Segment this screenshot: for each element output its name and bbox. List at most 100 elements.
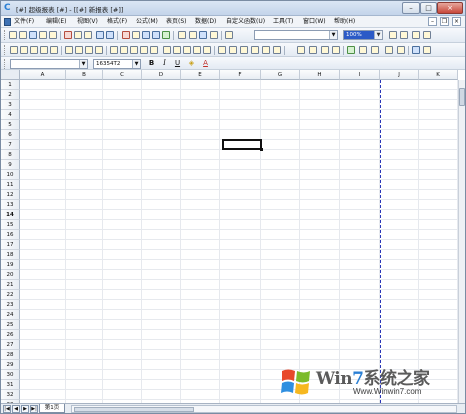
grid-icon[interactable] (122, 31, 130, 39)
maximize-button[interactable]: □ (420, 2, 437, 14)
cut-icon[interactable] (64, 31, 72, 39)
menu-tools[interactable]: 工具(T) (273, 18, 293, 26)
print-preview-icon[interactable] (49, 31, 57, 39)
row-header-30[interactable]: 30 (1, 370, 20, 380)
row-header-21[interactable]: 21 (1, 280, 20, 290)
delete-column-icon[interactable] (40, 46, 48, 54)
toolbar-grip[interactable] (4, 45, 6, 55)
row-header-16[interactable]: 16 (1, 230, 20, 240)
spreadsheet-grid[interactable]: ABCDEFGHIJK 1 2 3 4 5 6 7 8 9 10 11 12 13 14 15 16 17 18 1… (1, 70, 465, 403)
column-header-b[interactable]: B (66, 70, 103, 80)
horizontal-scrollbar[interactable] (71, 405, 457, 413)
chevron-down-icon[interactable]: ▼ (132, 60, 140, 68)
pie-chart-icon[interactable] (273, 46, 281, 54)
prev-sheet-button[interactable]: ◀ (12, 405, 20, 413)
align-right-icon[interactable] (130, 46, 138, 54)
arrow-icon[interactable] (309, 46, 317, 54)
binoculars-icon[interactable] (225, 31, 233, 39)
fill-handle[interactable] (260, 148, 263, 151)
row-header-23[interactable]: 23 (1, 300, 20, 310)
redo-icon[interactable] (106, 31, 114, 39)
zoom-select[interactable]: 100% ▼ (343, 30, 383, 40)
row-header-12[interactable]: 12 (1, 190, 20, 200)
row-header-18[interactable]: 18 (1, 250, 20, 260)
function-icon[interactable] (178, 31, 186, 39)
row-header-22[interactable]: 22 (1, 290, 20, 300)
mdi-minimize-button[interactable]: – (428, 17, 437, 26)
font-color-button[interactable]: A (201, 59, 210, 68)
sheet-list-icon[interactable] (400, 31, 408, 39)
font-name-select[interactable]: ▼ (10, 59, 88, 69)
row-header-9[interactable]: 9 (1, 160, 20, 170)
grid-settings-icon[interactable] (423, 46, 431, 54)
row-header-29[interactable]: 29 (1, 360, 20, 370)
subtotal-icon[interactable] (229, 46, 237, 54)
next-sheet-button[interactable]: ▶ (21, 405, 29, 413)
align-top-icon[interactable] (140, 46, 148, 54)
text-box-icon[interactable] (385, 46, 393, 54)
horizontal-scroll-thumb[interactable] (74, 407, 194, 412)
sort-icon[interactable] (321, 46, 329, 54)
menu-custom-function[interactable]: 自定义函数(U) (226, 18, 265, 26)
row-header-5[interactable]: 5 (1, 120, 20, 130)
mdi-restore-button[interactable]: ❐ (440, 17, 449, 26)
border-icon[interactable] (75, 46, 83, 54)
column-header-c[interactable]: C (103, 70, 142, 80)
row-header-28[interactable]: 28 (1, 350, 20, 360)
row-header-14[interactable]: 14 (1, 210, 20, 220)
save-icon[interactable] (29, 31, 37, 39)
column-header-h[interactable]: H (300, 70, 340, 80)
open-folder-icon[interactable] (19, 31, 27, 39)
row-header-27[interactable]: 27 (1, 340, 20, 350)
align-left-icon[interactable] (110, 46, 118, 54)
row-header-2[interactable]: 2 (1, 90, 20, 100)
row-header-3[interactable]: 3 (1, 100, 20, 110)
row-header-11[interactable]: 11 (1, 180, 20, 190)
row-height-icon[interactable] (95, 46, 103, 54)
last-sheet-button[interactable]: ▶| (30, 405, 38, 413)
column-header-g[interactable]: G (261, 70, 300, 80)
row-header-4[interactable]: 4 (1, 110, 20, 120)
lock-icon[interactable] (297, 46, 305, 54)
chevron-down-icon[interactable]: ▼ (79, 60, 87, 68)
column-header-d[interactable]: D (142, 70, 181, 80)
line-chart-icon[interactable] (262, 46, 270, 54)
first-sheet-button[interactable]: |◀ (3, 405, 11, 413)
split-icon[interactable] (65, 46, 73, 54)
minimize-button[interactable]: – (402, 2, 420, 14)
row-header-31[interactable]: 31 (1, 380, 20, 390)
row-header-19[interactable]: 19 (1, 260, 20, 270)
indent-icon[interactable] (173, 46, 181, 54)
fill-color-icon[interactable]: ◈ (187, 59, 196, 68)
row-header-8[interactable]: 8 (1, 150, 20, 160)
shape-icon[interactable] (359, 46, 367, 54)
bold-button[interactable]: B (147, 59, 156, 68)
print-icon[interactable] (39, 31, 47, 39)
copy-icon[interactable] (74, 31, 82, 39)
image-icon[interactable] (347, 46, 355, 54)
menu-view[interactable]: 视图(V) (77, 18, 98, 26)
merge-cells-icon[interactable] (50, 46, 58, 54)
row-header-17[interactable]: 17 (1, 240, 20, 250)
report-icon[interactable] (423, 31, 431, 39)
sum-icon[interactable] (218, 46, 226, 54)
calculator-icon[interactable] (199, 31, 207, 39)
menu-sheet[interactable]: 表页(S) (166, 18, 187, 26)
align-center-icon[interactable] (120, 46, 128, 54)
column-header-j[interactable]: J (380, 70, 419, 80)
align-bottom-icon[interactable] (150, 46, 158, 54)
menu-file[interactable]: 文件(F) (14, 18, 34, 26)
page-setup-icon[interactable] (389, 31, 397, 39)
chevron-down-icon[interactable]: ▼ (329, 31, 337, 39)
toolbar-grip[interactable] (4, 30, 6, 40)
circle-icon[interactable] (371, 46, 379, 54)
italic-button[interactable]: I (160, 59, 169, 68)
row-header-1[interactable]: 1 (1, 80, 20, 90)
mdi-close-button[interactable]: × (452, 17, 461, 26)
menu-edit[interactable]: 编辑(E) (46, 18, 66, 26)
row-header-6[interactable]: 6 (1, 130, 20, 140)
cell-format-icon[interactable] (85, 46, 93, 54)
chart-icon[interactable] (162, 31, 170, 39)
row-header-26[interactable]: 26 (1, 330, 20, 340)
close-button[interactable]: × (437, 2, 463, 14)
